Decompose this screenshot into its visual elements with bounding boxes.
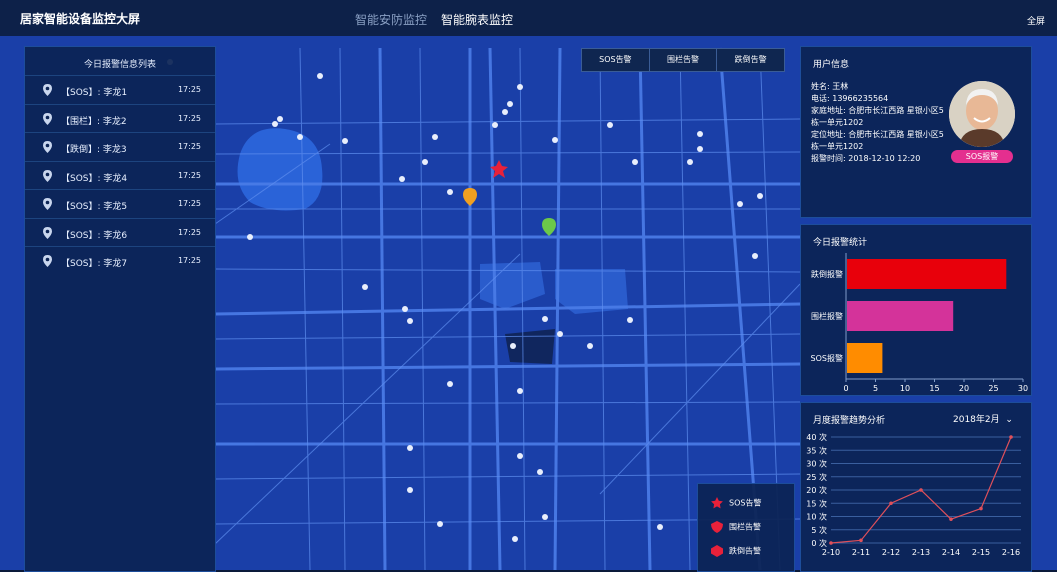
x-tick-label: 10 xyxy=(900,384,910,393)
alarm-trend-panel: 月度报警趋势分析 2018年2月 ⌄ 0 次5 次 10 次 15 次 20 次 25 … xyxy=(800,402,1032,572)
alarm-time: 17:25 xyxy=(177,227,201,237)
location-pin-icon xyxy=(43,112,52,128)
x-tick-label: 20 xyxy=(959,384,969,393)
data-point xyxy=(859,538,863,543)
y-tick-label: 15 次 xyxy=(806,498,827,508)
hexagon-icon xyxy=(711,545,723,557)
bar xyxy=(847,259,1007,289)
x-tick-label: 2-10 xyxy=(822,548,840,557)
x-tick-label: 2-14 xyxy=(942,548,960,557)
user-info-title: 用户信息 xyxy=(813,60,850,70)
category-label: 围栏报警 xyxy=(811,311,843,321)
bar xyxy=(847,301,954,331)
x-tick-label: 2-11 xyxy=(852,548,870,557)
user-location-address: 定位地址: 合肥市长江西路 星银小区5栋一单元1202 xyxy=(811,130,944,151)
alarm-type-tabs: SOS告警 围栏告警 跌倒告警 xyxy=(581,48,785,72)
alarm-list-item[interactable]: 【围栏】: 李龙2 17:25 xyxy=(25,103,215,133)
app-title: 居家智能设备监控大屏 xyxy=(20,12,141,26)
alarm-text: 【SOS】: 李龙6 xyxy=(61,230,128,241)
location-pin-icon xyxy=(43,141,52,156)
tab-fence-alarm[interactable]: 围栏告警 xyxy=(650,49,718,71)
alarm-stats-panel: 今日报警统计 跌倒报警 围栏报警 SOS报警 0 5 10 15 20 25 30 xyxy=(800,224,1032,396)
x-tick-label: 30 xyxy=(1018,384,1028,393)
y-tick-label: 0 次 xyxy=(811,538,827,548)
alarm-time: 17:25 xyxy=(177,142,201,151)
alarm-time: 17:25 xyxy=(177,170,201,180)
fullscreen-button[interactable]: 全屏 xyxy=(1027,14,1045,27)
avatar xyxy=(949,81,1015,147)
user-home-address: 家庭地址: 合肥市长江西路 星银小区5栋一单元1202 xyxy=(811,106,944,127)
tab-fall-alarm[interactable]: 跌倒告警 xyxy=(717,49,784,71)
alarm-list-item[interactable]: 【SOS】: 李龙4 17:25 xyxy=(25,160,215,190)
y-tick-label: 20 次 xyxy=(806,485,827,495)
bar xyxy=(847,343,883,373)
category-label: SOS报警 xyxy=(811,353,843,363)
map-legend: SOS告警 围栏告警 跌倒告警 xyxy=(697,483,795,572)
data-point xyxy=(919,488,923,492)
user-info-text: 姓名: 王林 电话: 13966235564 家庭地址: 合肥市长江西路 星银小… xyxy=(811,81,951,165)
alarm-list-panel: 今日报警信息列表 【SOS】: 李龙1 17:25 【围栏】: 李龙2 17:25 【跌… xyxy=(24,46,216,572)
alarm-text: 【SOS】: 李龙5 xyxy=(61,202,128,212)
tab-sos-alarm[interactable]: SOS告警 xyxy=(582,49,650,71)
alarm-time: 17:25 xyxy=(177,113,201,123)
x-tick-label: 2-15 xyxy=(972,548,990,557)
category-label: 跌倒报警 xyxy=(811,269,843,279)
tab-security-monitor[interactable]: 智能安防监控 xyxy=(355,11,427,28)
sos-status-badge: SOS报警 xyxy=(951,150,1013,163)
data-point xyxy=(1009,435,1013,439)
user-info-panel: 用户信息 姓名: 王林 电话: 13966235564 家庭地址: 合肥市长江西… xyxy=(800,46,1032,218)
avatar-icon xyxy=(949,81,1015,147)
x-tick-label: 2-12 xyxy=(882,548,900,557)
alarm-list-item[interactable]: 【SOS】: 李龙1 17:25 xyxy=(25,75,215,104)
shield-icon xyxy=(711,521,723,533)
x-tick-label: 15 xyxy=(929,384,939,393)
alarm-text: 【SOS】: 李龙1 xyxy=(61,88,128,98)
x-tick-label: 0 xyxy=(843,384,848,393)
data-point xyxy=(889,501,893,506)
top-bar: 居家智能设备监控大屏 智能安防监控 智能腕表监控 全屏 xyxy=(0,0,1057,36)
y-tick-label: 35 次 xyxy=(806,445,827,455)
alarm-list-title: 今日报警信息列表 xyxy=(83,60,156,70)
location-pin-icon xyxy=(43,226,52,242)
location-pin-icon xyxy=(43,198,52,213)
data-point xyxy=(979,506,983,511)
y-tick-label: 40 次 xyxy=(806,432,827,442)
location-pin-icon xyxy=(43,84,52,99)
user-alarm-time: 报警时间: 2018-12-10 12:20 xyxy=(811,154,921,163)
x-tick-label: 2-16 xyxy=(1002,548,1020,557)
user-name: 姓名: 王林 xyxy=(811,82,849,91)
y-tick-label: 5 次 xyxy=(811,525,827,535)
location-pin-icon xyxy=(43,255,52,270)
alarm-list-item[interactable]: 【SOS】: 李龙7 17:25 xyxy=(25,246,215,275)
x-tick-label: 2-13 xyxy=(912,548,930,557)
alarm-list: 【SOS】: 李龙1 17:25 【围栏】: 李龙2 17:25 【跌倒】: 李龙3 17… xyxy=(25,75,215,275)
user-phone: 电话: 13966235564 xyxy=(811,94,889,103)
alarm-text: 【跌倒】: 李龙3 xyxy=(61,145,127,155)
y-tick-label: 30 次 xyxy=(806,459,827,469)
star-icon xyxy=(711,497,723,509)
y-tick-label: 10 次 xyxy=(806,512,827,522)
location-pin-icon xyxy=(43,169,52,185)
alarm-stats-chart: 跌倒报警围栏报警 SOS报警 0 5 10 15 20 25 30 xyxy=(811,253,1028,393)
x-tick-label: 5 xyxy=(873,384,878,393)
alarm-time: 17:25 xyxy=(177,256,201,265)
data-point xyxy=(949,517,953,521)
alarm-text: 【SOS】: 李龙4 xyxy=(61,173,128,184)
data-point xyxy=(829,541,833,545)
legend-sos: SOS告警 xyxy=(710,496,761,510)
alarm-text: 【SOS】: 李龙7 xyxy=(61,259,128,269)
alarm-trend-chart: 0 次 5 次 10 次 15 次 20 次 25 次 30 次 35 次 40 次 2-10 2-… xyxy=(806,432,1021,557)
alarm-time: 17:25 xyxy=(177,85,201,94)
alarm-time: 17:25 xyxy=(177,199,201,208)
legend-fence: 围栏告警 xyxy=(710,520,761,534)
legend-fall: 跌倒告警 xyxy=(710,544,761,558)
alarm-list-item[interactable]: 【SOS】: 李龙6 17:25 xyxy=(25,217,215,247)
x-tick-label: 25 xyxy=(988,384,998,393)
tab-watch-monitor[interactable]: 智能腕表监控 xyxy=(441,11,513,28)
alarm-list-item[interactable]: 【SOS】: 李龙5 17:25 xyxy=(25,189,215,218)
alarm-list-item[interactable]: 【跌倒】: 李龙3 17:25 xyxy=(25,132,215,161)
alarm-text: 【围栏】: 李龙2 xyxy=(61,116,127,127)
y-tick-label: 25 次 xyxy=(806,472,827,482)
